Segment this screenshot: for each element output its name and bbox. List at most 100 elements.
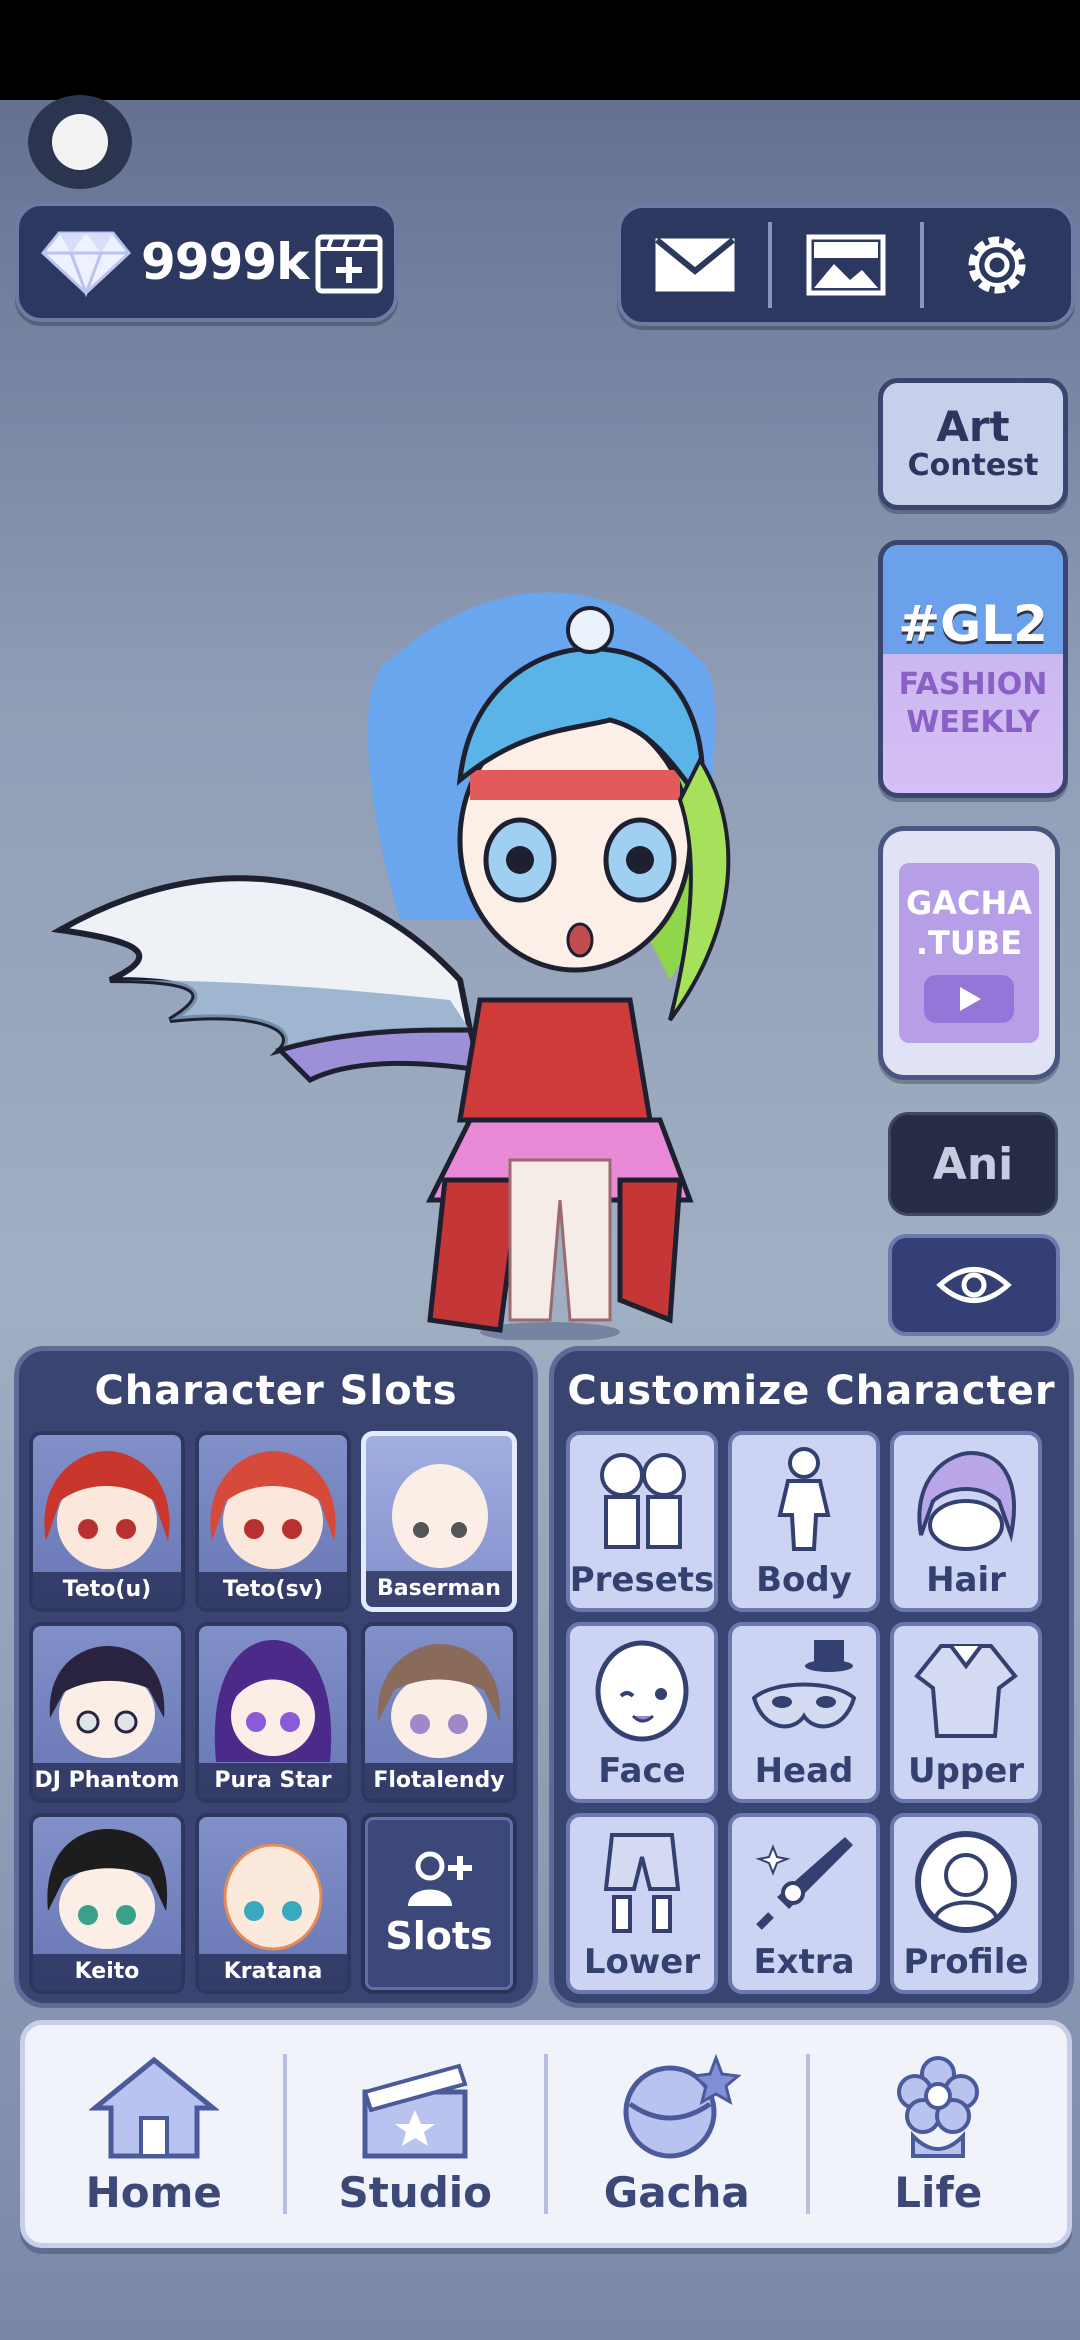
slot-name: Pura Star [199,1763,347,1799]
slot-name: Teto(sv) [199,1572,347,1608]
customize-head[interactable]: Head [728,1622,880,1803]
gacha-tube-screen: GACHA .TUBE [899,863,1039,1043]
currency-panel[interactable]: 9999k [15,202,398,322]
customize-grid: Presets Body Hair Face Head Upper Lower … [566,1431,1042,1994]
slot-dj-phantom[interactable]: DJ Phantom [29,1622,185,1803]
slot-flotalendy[interactable]: Flotalendy [361,1622,517,1803]
customize-hair[interactable]: Hair [890,1431,1042,1612]
nav-label: Gacha [603,2167,750,2217]
face-icon [595,1640,689,1742]
nav-life[interactable]: Life [810,2025,1068,2243]
add-user-icon [408,1851,472,1906]
customize-label: Extra [753,1942,855,1982]
fashion-weekly-line2: WEEKLY [906,705,1040,740]
flower-icon [897,2055,980,2158]
slot-name: Keito [33,1954,181,1990]
add-video-icon[interactable] [314,227,384,297]
nav-home[interactable]: Home [25,2025,283,2243]
image-icon [806,234,886,296]
gallery-button[interactable] [772,208,919,322]
slot-name: Baserman [366,1571,512,1607]
avatar [210,1451,336,1569]
customize-label: Profile [903,1942,1029,1982]
customize-label: Face [598,1751,686,1791]
customize-extra[interactable]: Extra [728,1813,880,1994]
slot-teto-u[interactable]: Teto(u) [29,1431,185,1612]
nav-label: Studio [338,2167,493,2217]
customize-panel: Customize Character Presets Body Hair Fa… [549,1346,1074,2008]
diamond-icon [41,231,131,297]
bottom-navigation: Home Studio Gacha Life [20,2020,1072,2248]
character-slots-panel: Character Slots Teto(u) Teto(sv) Baserma [14,1346,538,2008]
customize-face[interactable]: Face [566,1622,718,1803]
add-slots-button[interactable]: Slots [361,1813,517,1994]
customize-upper[interactable]: Upper [890,1622,1042,1803]
art-contest-button[interactable]: Art Contest [878,378,1068,510]
nav-label: Life [894,2167,983,2217]
slot-name: Kratana [199,1954,347,1990]
sword-icon [755,1837,853,1930]
avatar [392,1464,488,1568]
eye-toggle-button[interactable] [888,1234,1060,1336]
slot-name: DJ Phantom [33,1763,181,1799]
gear-icon [968,236,1026,294]
character-preview[interactable] [50,560,750,1340]
currency-amount: 9999k [141,233,309,291]
slot-pura-star[interactable]: Pura Star [195,1622,351,1803]
top-actions [617,204,1075,326]
customize-label: Hair [926,1560,1006,1600]
eye-icon [936,1267,1012,1303]
slots-grid: Teto(u) Teto(sv) Baserman DJ Phantom Pur… [29,1431,517,1994]
shirt-icon [914,1644,1018,1738]
fashion-weekly-tag: #GL2 [898,595,1048,653]
customize-profile[interactable]: Profile [890,1813,1042,1994]
slot-keito[interactable]: Keito [29,1813,185,1994]
gacha-ball-icon [623,2053,742,2158]
presets-icon [600,1453,686,1549]
body-icon [777,1447,831,1551]
gacha-tube-line2: .TUBE [915,924,1023,962]
customize-title: Customize Character [567,1368,1056,1414]
nav-label: Home [85,2167,222,2217]
settings-button[interactable] [924,208,1071,322]
mail-icon [654,237,735,292]
gacha-tube-line1: GACHA [905,884,1033,922]
house-icon [88,2056,219,2158]
customize-label: Lower [583,1942,701,1982]
gacha-tube-button[interactable]: GACHA .TUBE [878,826,1060,1080]
customize-body[interactable]: Body [728,1431,880,1612]
avatar [49,1646,165,1758]
slot-name: Flotalendy [365,1763,513,1799]
fashion-weekly-button[interactable]: #GL2 FASHION WEEKLY [878,540,1068,798]
customize-lower[interactable]: Lower [566,1813,718,1994]
slot-name: Teto(u) [33,1572,181,1608]
floating-dot-button[interactable] [28,95,132,189]
avatar [214,1640,332,1762]
avatar [47,1829,168,1949]
customize-presets[interactable]: Presets [566,1431,718,1612]
clapperboard-icon [362,2063,468,2158]
character-slots-title: Character Slots [94,1368,458,1414]
profile-icon [915,1831,1017,1933]
hair-icon [917,1450,1016,1551]
status-bar [0,0,1080,100]
art-contest-line2: Contest [907,448,1039,483]
slot-teto-sv[interactable]: Teto(sv) [195,1431,351,1612]
play-icon [924,975,1014,1023]
customize-label: Head [754,1751,854,1791]
nav-studio[interactable]: Studio [287,2025,545,2243]
ani-button[interactable]: Ani [888,1112,1058,1216]
avatar [223,1843,323,1951]
add-slots-label: Slots [385,1913,493,1958]
customize-label: Presets [569,1560,715,1600]
art-contest-line1: Art [936,402,1010,451]
fashion-weekly-line1: FASHION [898,667,1048,702]
slot-kratana[interactable]: Kratana [195,1813,351,1994]
slot-baserman[interactable]: Baserman [361,1431,517,1612]
avatar [377,1644,501,1758]
shorts-icon [603,1833,681,1933]
nav-gacha[interactable]: Gacha [548,2025,806,2243]
mask-hat-icon [751,1640,857,1729]
mail-button[interactable] [621,208,768,322]
customize-label: Upper [907,1751,1025,1791]
